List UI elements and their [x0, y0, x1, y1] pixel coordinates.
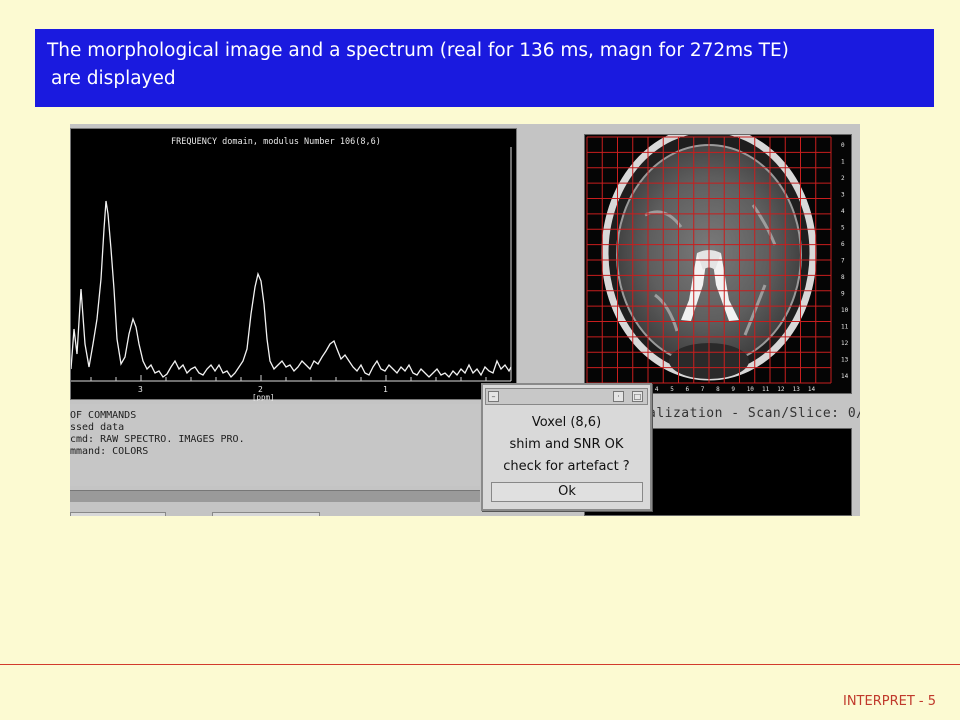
column-label: 8	[716, 386, 720, 393]
voxel-dialog: – · □ Voxel (8,6) shim and SNR OK check …	[481, 383, 652, 511]
dialog-menu-icon[interactable]: –	[488, 391, 499, 402]
row-label: 10	[841, 307, 849, 314]
footer-divider	[0, 664, 960, 665]
dialog-voxel-text: Voxel (8,6)	[531, 415, 602, 430]
dialog-shim-text: shim and SNR OK	[509, 437, 624, 452]
column-label: 11	[762, 386, 770, 393]
spectrum-trace	[71, 200, 512, 379]
column-label: 4	[655, 386, 659, 393]
row-label: 3	[841, 192, 845, 199]
row-label: 0	[841, 142, 845, 149]
software-screenshot: FREQUENCY domain, modulus Number 106(8,6…	[70, 124, 860, 516]
spectrum-minor-ticks	[90, 375, 487, 381]
slide-title-line-1: The morphological image and a spectrum (…	[47, 40, 789, 61]
voxel-grid	[586, 136, 832, 384]
row-label: 6	[841, 241, 845, 248]
command-line-4: mmand: COLORS	[70, 446, 149, 457]
column-label: 14	[808, 386, 816, 393]
column-label: 5	[670, 386, 674, 393]
row-label: 13	[841, 357, 849, 364]
row-label: 14	[841, 373, 849, 380]
command-line-1: OF COMMANDS	[70, 410, 137, 421]
footer-page-label: INTERPRET - 5	[843, 694, 936, 709]
localization-label: alization - Scan/Slice: 0/4	[648, 406, 860, 421]
command-panel: OF COMMANDS ssed data cmd: RAW SPECTRO. …	[70, 404, 480, 486]
row-label: 2	[841, 175, 845, 182]
ok-button[interactable]: Ok	[491, 482, 643, 502]
horizontal-scrollbar[interactable]	[70, 490, 480, 502]
row-label: 9	[841, 291, 845, 298]
toolbar-button-middle[interactable]	[212, 512, 320, 516]
slide-title: The morphological image and a spectrum (…	[35, 29, 934, 107]
row-label: 5	[841, 225, 845, 232]
row-label: 1	[841, 159, 845, 166]
column-label: 9	[731, 386, 735, 393]
toolbar-button-left[interactable]	[70, 512, 166, 516]
row-labels: 01234567891011121314	[841, 142, 849, 380]
spectrum-axis-unit: [ppm]	[252, 393, 275, 401]
dialog-titlebar[interactable]: – · □	[485, 388, 648, 405]
spectrum-window: FREQUENCY domain, modulus Number 106(8,6…	[70, 128, 517, 401]
dialog-artefact-text: check for artefact ?	[503, 459, 630, 474]
spectrum-plot: FREQUENCY domain, modulus Number 106(8,6…	[71, 137, 512, 401]
slide-title-line-2: are displayed	[51, 68, 176, 89]
dialog-maximize-icon[interactable]: □	[632, 391, 643, 402]
column-label: 6	[686, 386, 690, 393]
row-label: 7	[841, 258, 845, 265]
command-line-3: cmd: RAW SPECTRO. IMAGES PRO.	[70, 434, 245, 445]
column-label: 10	[747, 386, 755, 393]
row-label: 12	[841, 340, 849, 347]
dialog-minimize-icon[interactable]: ·	[613, 391, 624, 402]
mri-image-window: 01234567891011121314 1234567891011121314	[584, 125, 853, 395]
spectrum-tick-3: 3	[138, 385, 143, 394]
mri-image[interactable]: 01234567891011121314 1234567891011121314	[585, 125, 853, 395]
column-label: 7	[701, 386, 705, 393]
command-line-2: ssed data	[70, 422, 125, 433]
column-label: 13	[793, 386, 801, 393]
row-label: 8	[841, 274, 845, 281]
column-label: 12	[777, 386, 785, 393]
row-label: 4	[841, 208, 845, 215]
row-label: 11	[841, 324, 849, 331]
spectrum-title: FREQUENCY domain, modulus Number 106(8,6…	[171, 137, 381, 147]
spectrum-tick-1: 1	[383, 385, 388, 394]
